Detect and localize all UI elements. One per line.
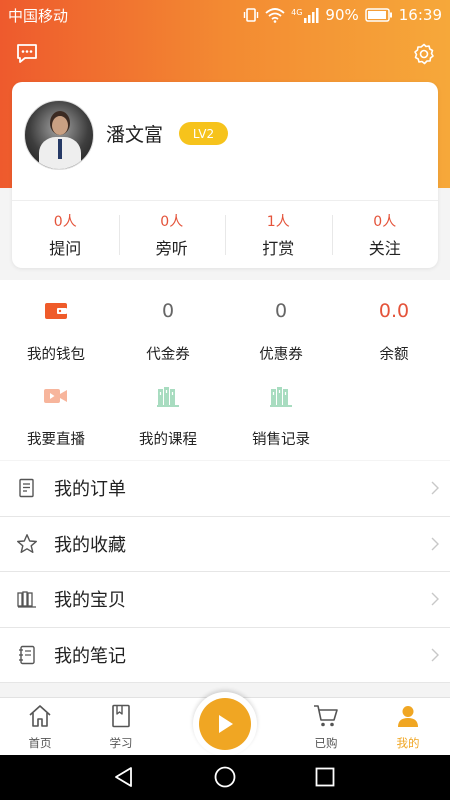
books-icon [156, 381, 180, 411]
home-icon [27, 704, 53, 732]
sales-records-button[interactable]: 销售记录 [225, 381, 337, 449]
menu-label: 我的笔记 [54, 645, 126, 667]
signal-icon: 4G [291, 7, 319, 23]
my-courses-button[interactable]: 我的课程 [112, 381, 224, 449]
battery-percent: 90% [325, 6, 359, 24]
grid-label: 我要直播 [27, 432, 85, 448]
notebook-icon [0, 645, 50, 665]
voucher-count: 0 [161, 300, 175, 322]
grid-label: 余额 [379, 347, 409, 363]
settings-button[interactable] [410, 42, 438, 70]
system-navigation-bar [0, 755, 450, 800]
shelf-icon [0, 590, 50, 608]
clock: 16:39 [398, 6, 442, 24]
menu-item-orders[interactable]: 我的订单 [0, 461, 450, 517]
menu-list: 我的订单 我的收藏 我的宝贝 我的笔记 [0, 461, 450, 683]
stat-value: 1人 [266, 213, 290, 230]
balance-button[interactable]: 0.0 余额 [338, 296, 450, 364]
play-icon [199, 698, 251, 750]
message-button[interactable] [13, 42, 41, 70]
coupon-button[interactable]: 0 优惠券 [225, 296, 337, 364]
menu-item-favorites[interactable]: 我的收藏 [0, 517, 450, 572]
star-icon [0, 533, 50, 555]
message-icon [15, 42, 39, 70]
grid-label: 我的钱包 [27, 347, 85, 363]
stat-questions[interactable]: 0人 提问 [12, 201, 119, 268]
stat-listens[interactable]: 0人 旁听 [118, 201, 226, 268]
menu-label: 我的宝贝 [54, 590, 126, 612]
stat-value: 0人 [373, 213, 397, 230]
status-bar: 中国移动 4G 90% 16:39 [0, 0, 450, 30]
stat-value: 0人 [53, 213, 77, 230]
profile-stats: 0人 提问 0人 旁听 1人 打赏 0人 关注 [12, 200, 438, 268]
stat-value: 0人 [160, 213, 184, 230]
chevron-right-icon [420, 481, 450, 495]
cart-icon [313, 704, 339, 732]
chevron-right-icon [420, 537, 450, 551]
stat-label: 旁听 [155, 238, 188, 258]
menu-label: 我的订单 [54, 479, 126, 501]
book-icon [110, 704, 132, 732]
tab-label: 我的 [396, 736, 420, 750]
bottom-tab-bar: 首页 学习 已购 我的 [0, 692, 450, 756]
books-icon [269, 381, 293, 411]
tab-label: 首页 [28, 736, 52, 750]
menu-item-notes[interactable]: 我的笔记 [0, 628, 450, 683]
grid-label: 我的课程 [139, 432, 197, 448]
grid-label: 销售记录 [252, 432, 310, 448]
level-badge: LV2 [179, 122, 228, 145]
wallet-icon [44, 296, 68, 326]
stat-label: 关注 [368, 238, 401, 258]
home-circle-icon[interactable] [213, 765, 237, 793]
menu-label: 我的收藏 [54, 534, 126, 556]
my-wallet-button[interactable]: 我的钱包 [0, 296, 112, 364]
chevron-right-icon [420, 592, 450, 606]
stat-label: 提问 [49, 238, 82, 258]
balance-amount: 0.0 [378, 300, 410, 322]
stat-follows[interactable]: 0人 关注 [331, 201, 439, 268]
video-camera-icon [43, 381, 69, 411]
order-icon [0, 478, 50, 498]
carrier-name: 中国移动 [8, 6, 69, 25]
username[interactable]: 潘文富 [106, 120, 163, 147]
voucher-button[interactable]: 0 代金券 [112, 296, 224, 364]
menu-item-treasures[interactable]: 我的宝贝 [0, 572, 450, 628]
back-icon[interactable] [112, 765, 136, 793]
gear-icon [412, 42, 436, 70]
grid-label: 优惠券 [259, 347, 303, 363]
tab-mine[interactable]: 我的 [378, 704, 438, 751]
network-type: 4G [291, 7, 303, 17]
grid-label: 代金券 [146, 347, 190, 363]
start-live-button[interactable]: 我要直播 [0, 381, 112, 449]
battery-icon [365, 8, 393, 22]
wallet-panel: 我的钱包 0 代金券 0 优惠券 0.0 余额 我要直播 我的课程 销售记录 [0, 280, 450, 460]
person-icon [396, 704, 420, 732]
vibrate-icon [243, 7, 259, 23]
avatar[interactable] [24, 100, 94, 170]
chevron-right-icon [420, 648, 450, 662]
tab-study[interactable]: 学习 [91, 704, 151, 751]
audio-play-button[interactable] [193, 692, 257, 756]
tab-label: 学习 [109, 736, 133, 750]
coupon-count: 0 [274, 300, 288, 322]
tab-home[interactable]: 首页 [10, 704, 70, 751]
recent-apps-icon[interactable] [313, 765, 337, 793]
wifi-icon [265, 7, 285, 23]
tab-label: 已购 [314, 736, 338, 750]
stat-label: 打赏 [262, 238, 295, 258]
tab-purchased[interactable]: 已购 [296, 704, 356, 751]
stat-rewards[interactable]: 1人 打赏 [225, 201, 332, 268]
profile-card: 潘文富 LV2 0人 提问 0人 旁听 1人 打赏 0人 关注 [12, 82, 438, 268]
